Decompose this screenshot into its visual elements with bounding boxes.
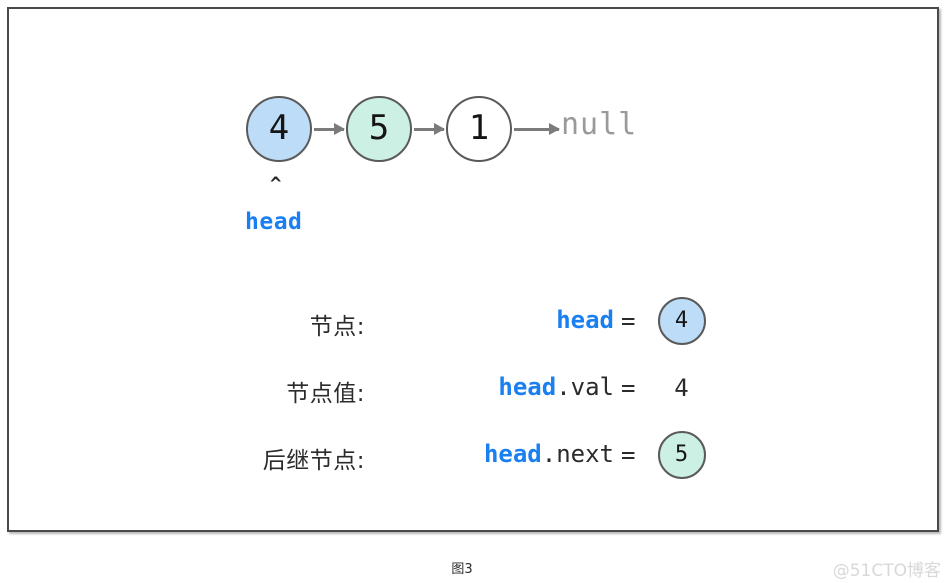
link-arrow-3-to-null [514,123,560,135]
list-node-3-value: 1 [468,108,490,148]
expr-field: .val [556,373,614,401]
value-circle-blue: 4 [657,297,706,345]
null-terminator-label: null [561,107,638,142]
legend-row-node-value: 节点值: head.val = 4 [209,362,729,429]
list-node-1: 4 [246,96,312,162]
value-circle-text: 4 [674,308,689,333]
legend-expression-next-node: head.next [379,440,614,468]
watermark-label: @51CTO博客 [832,561,941,581]
value-circle-text: 5 [674,442,689,467]
value-circle-green: 5 [657,431,706,479]
list-node-2-value: 5 [368,108,390,148]
legend-label-node: 节点: [309,314,365,340]
expr-field: .next [541,440,614,468]
legend-row-next-node: 后继节点: head.next = 5 [209,429,729,496]
legend-value-node: 4 [634,295,729,347]
legend-value-next-node: 5 [634,429,729,481]
link-arrow-1-to-2 [314,123,345,135]
expr-identifier: head [483,440,542,468]
legend-expression-node-value: head.val [379,373,614,401]
linked-list-diagram: 4 5 1 null [239,89,659,169]
legend-value-node-value: 4 [634,362,729,414]
arrow-head-icon [549,123,560,135]
head-pointer-annotation: ^ head [245,173,365,236]
legend-label-next-node: 后继节点: [262,448,365,474]
link-arrow-2-to-3 [414,123,445,135]
list-node-3: 1 [446,96,512,162]
arrow-head-icon [334,123,345,135]
value-plain-text: 4 [674,374,689,402]
list-node-2: 5 [346,96,412,162]
figure-frame: 4 5 1 null ^ head 节点: head = 4 节点值: head… [7,7,939,532]
legend-expression-node: head [379,306,614,334]
arrow-head-icon [434,123,445,135]
figure-caption: 图3 [451,562,473,577]
list-node-1-value: 4 [268,108,290,148]
expr-identifier: head [556,306,614,334]
expr-identifier: head [498,373,557,401]
caret-up-icon: ^ [270,173,282,195]
legend-row-node: 节点: head = 4 [209,295,729,362]
legend-label-node-value: 节点值: [286,381,365,407]
legend-table: 节点: head = 4 节点值: head.val = 4 后继节点: hea… [209,295,729,496]
head-pointer-label: head [245,209,303,235]
